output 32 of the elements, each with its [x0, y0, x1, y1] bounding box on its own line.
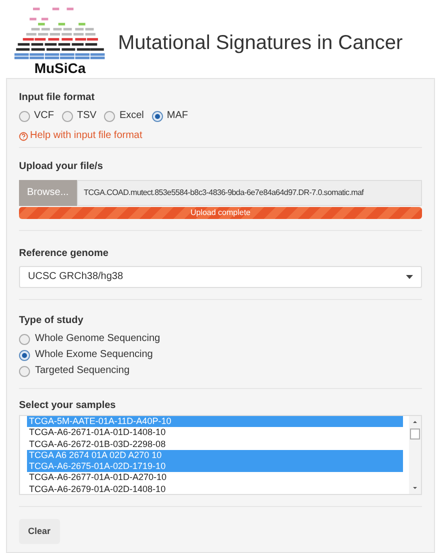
- samples-listbox[interactable]: [19, 415, 422, 495]
- radio-button[interactable]: [19, 350, 30, 360]
- radio-label: Excel: [119, 109, 144, 123]
- radio-label: VCF: [34, 109, 54, 123]
- section-label: Upload your file/s: [19, 160, 104, 174]
- sample-option[interactable]: TCGA-A6-2672-01B-03D-2298-08: [27, 438, 403, 450]
- radio-button[interactable]: [104, 110, 116, 122]
- radio-button[interactable]: [19, 334, 30, 344]
- radio-button[interactable]: [19, 366, 30, 376]
- genome-select[interactable]: UCSC GRCh38/hg38: [19, 266, 422, 288]
- progress-text: Upload complete: [189, 207, 252, 219]
- radio-button[interactable]: [62, 110, 73, 122]
- logo-text: MuSiCa: [34, 61, 86, 75]
- file-name-field[interactable]: TCGA.COAD.mutect.853e5584-b8c3-4836-9bda-6e7e84a64d97.DR-7.0.somatic.maf: [76, 180, 422, 206]
- dropdown-caret-icon: [406, 275, 413, 279]
- section-label: Input file format: [19, 91, 96, 105]
- radio-label: Whole Genome Sequencing: [35, 332, 160, 346]
- clear-button[interactable]: Clear: [19, 519, 60, 544]
- page-title: Mutational Signatures in Cancer: [118, 31, 403, 56]
- section-label: Reference genome: [19, 247, 110, 261]
- sample-option[interactable]: TCGA-A6-2677-01A-01D-A270-10: [27, 472, 403, 484]
- radio-label: MAF: [166, 109, 188, 123]
- radio-button[interactable]: [152, 110, 163, 122]
- sample-option[interactable]: TCGA-A6-2671-01A-01D-1408-10: [27, 427, 403, 439]
- radio-button[interactable]: [19, 110, 30, 122]
- radio-label: Targeted Sequencing: [35, 364, 130, 378]
- radio-label: Whole Exome Sequencing: [35, 348, 153, 362]
- section-label: Select your samples: [19, 399, 117, 413]
- section-label: Type of study: [19, 314, 84, 328]
- help-icon: [19, 132, 28, 140]
- radio-label: TSV: [77, 109, 96, 123]
- sample-option[interactable]: TCGA-A6-2679-01A-02D-1408-10: [27, 484, 403, 494]
